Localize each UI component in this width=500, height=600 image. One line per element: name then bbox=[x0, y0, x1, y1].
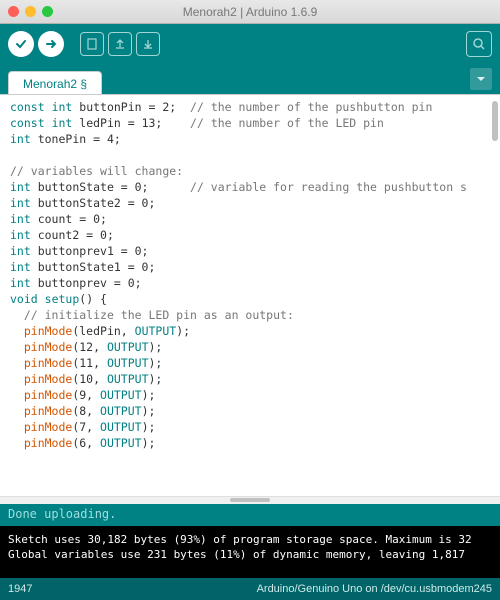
horizontal-scrollbar[interactable] bbox=[0, 496, 500, 504]
window-controls bbox=[8, 6, 53, 17]
editor[interactable]: const int buttonPin = 2; // the number o… bbox=[0, 94, 500, 496]
console[interactable]: Sketch uses 30,182 bytes (93%) of progra… bbox=[0, 526, 500, 578]
serial-monitor-button[interactable] bbox=[466, 31, 492, 57]
upload-button[interactable] bbox=[38, 31, 64, 57]
tab-bar: Menorah2 § bbox=[0, 64, 500, 94]
status-bar: Done uploading. bbox=[0, 504, 500, 526]
tab-menu-button[interactable] bbox=[470, 68, 492, 90]
code-content[interactable]: const int buttonPin = 2; // the number o… bbox=[10, 99, 490, 451]
open-sketch-button[interactable] bbox=[108, 32, 132, 56]
window-title: Menorah2 | Arduino 1.6.9 bbox=[0, 5, 500, 19]
maximize-icon[interactable] bbox=[42, 6, 53, 17]
verify-button[interactable] bbox=[8, 31, 34, 57]
new-sketch-button[interactable] bbox=[80, 32, 104, 56]
console-line: Global variables use 231 bytes (11%) of … bbox=[8, 547, 492, 562]
footer: 1947 Arduino/Genuino Uno on /dev/cu.usbm… bbox=[0, 578, 500, 600]
tab-active[interactable]: Menorah2 § bbox=[8, 71, 102, 95]
vertical-scrollbar[interactable] bbox=[492, 101, 498, 141]
console-line: Sketch uses 30,182 bytes (93%) of progra… bbox=[8, 532, 492, 547]
toolbar bbox=[0, 24, 500, 64]
line-number: 1947 bbox=[8, 583, 32, 595]
titlebar: Menorah2 | Arduino 1.6.9 bbox=[0, 0, 500, 24]
minimize-icon[interactable] bbox=[25, 6, 36, 17]
close-icon[interactable] bbox=[8, 6, 19, 17]
save-sketch-button[interactable] bbox=[136, 32, 160, 56]
board-info: Arduino/Genuino Uno on /dev/cu.usbmodem2… bbox=[257, 583, 492, 595]
